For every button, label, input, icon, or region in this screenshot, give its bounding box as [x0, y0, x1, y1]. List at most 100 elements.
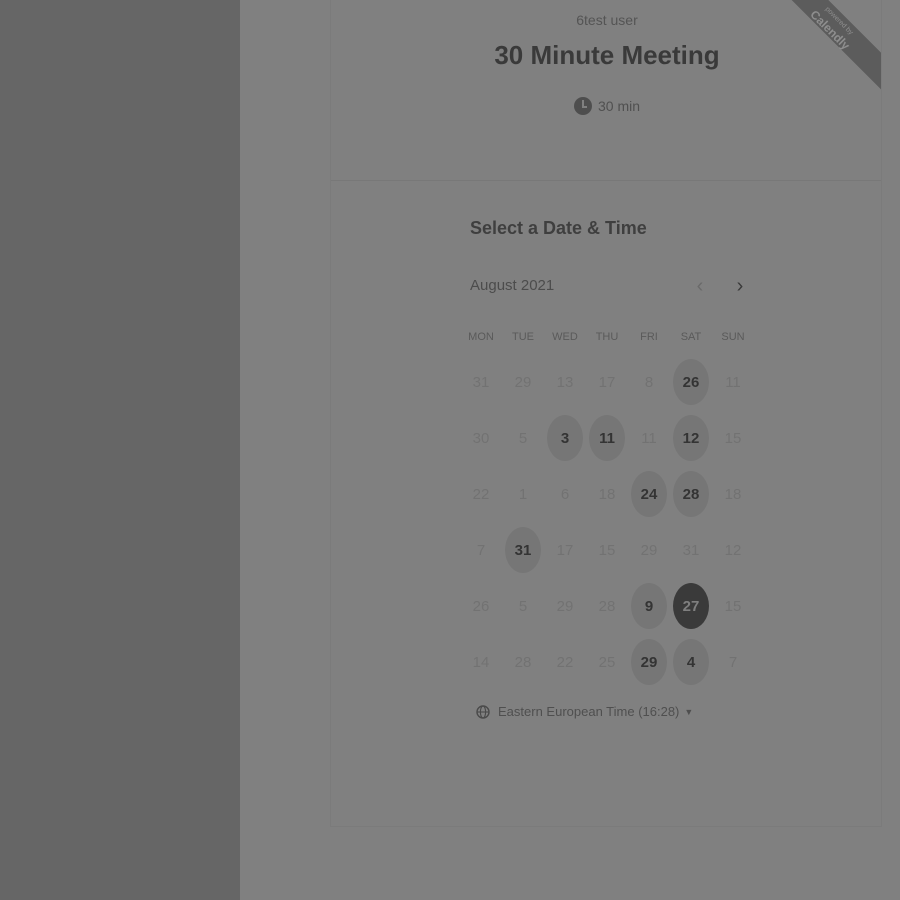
calendar-day: 7 [460, 522, 502, 578]
calendar-day: 5 [502, 578, 544, 634]
calendar-day: 11 [628, 410, 670, 466]
day-number: 31 [505, 527, 541, 573]
day-number: 7 [476, 541, 486, 559]
powered-by-ribbon[interactable]: powered by Calendly [771, 0, 881, 90]
day-number: 26 [673, 359, 709, 405]
calendar-grid: 31 29 13 17 8 26 11 30 5 3 11 11 12 15 22 1 6 18 24 28 18 7 31… [460, 354, 754, 690]
day-number: 5 [518, 597, 528, 615]
day-number: 26 [472, 597, 490, 615]
day-number: 1 [518, 485, 528, 503]
header-divider [331, 180, 881, 181]
calendar-day: 30 [460, 410, 502, 466]
calendar-day: 22 [460, 466, 502, 522]
left-panel [0, 0, 240, 900]
next-month-button[interactable]: › [726, 273, 754, 299]
day-number: 11 [641, 429, 657, 447]
calendar-day-available[interactable]: 11 [586, 410, 628, 466]
calendar-day: 18 [586, 466, 628, 522]
calendar-day: 17 [544, 522, 586, 578]
calendar-day: 15 [712, 410, 754, 466]
calendar-day-selected[interactable]: 27 [670, 578, 712, 634]
day-number: 11 [589, 415, 625, 461]
globe-icon [476, 704, 490, 719]
day-number: 29 [556, 597, 574, 615]
calendar-day-available[interactable]: 3 [544, 410, 586, 466]
chevron-left-icon: ‹ [696, 275, 704, 297]
calendar-day-available[interactable]: 28 [670, 466, 712, 522]
day-number: 11 [725, 373, 741, 391]
day-number: 17 [598, 373, 616, 391]
weekday-label: SUN [721, 331, 745, 343]
calendar-day: 29 [628, 522, 670, 578]
calendar-day: 18 [712, 466, 754, 522]
calendar-day-available[interactable]: 31 [502, 522, 544, 578]
picker-title: Select a Date & Time [470, 218, 647, 238]
calendar-day: 14 [460, 634, 502, 690]
calendar-day: 6 [544, 466, 586, 522]
day-number: 13 [556, 373, 574, 391]
calendar-day: 25 [586, 634, 628, 690]
day-number: 18 [598, 485, 616, 503]
duration-label: 30 min [597, 98, 641, 114]
calendar-day-available[interactable]: 9 [628, 578, 670, 634]
day-number: 24 [631, 471, 667, 517]
clock-icon [573, 97, 592, 115]
calendar-day: 26 [460, 578, 502, 634]
event-duration: 30 min [331, 97, 881, 115]
booking-card: 6test user 30 Minute Meeting 30 min powe… [330, 0, 882, 827]
calendar-day-available[interactable]: 12 [670, 410, 712, 466]
day-number: 14 [472, 653, 490, 671]
calendar-day: 15 [712, 578, 754, 634]
day-number: 31 [472, 373, 490, 391]
calendar-day-available[interactable]: 4 [670, 634, 712, 690]
calendar-day-available[interactable]: 29 [628, 634, 670, 690]
day-number: 22 [556, 653, 574, 671]
day-number: 31 [682, 541, 700, 559]
day-number: 15 [724, 429, 742, 447]
day-number: 29 [640, 541, 658, 559]
weekday-label: TUE [512, 331, 534, 343]
day-number: 29 [631, 639, 667, 685]
calendar-day: 8 [628, 354, 670, 410]
ribbon-banner[interactable]: powered by Calendly [771, 0, 881, 90]
calendar-day-available[interactable]: 26 [670, 354, 712, 410]
weekday-label: FRI [640, 331, 658, 343]
calendar-day: 22 [544, 634, 586, 690]
calendar-day-available[interactable]: 24 [628, 466, 670, 522]
day-number: 8 [644, 373, 654, 391]
calendar-day: 29 [544, 578, 586, 634]
day-number: 15 [598, 541, 616, 559]
calendar-day: 31 [460, 354, 502, 410]
calendar-day: 28 [502, 634, 544, 690]
prev-month-button[interactable]: ‹ [686, 273, 714, 299]
caret-down-icon: ▼ [684, 706, 694, 717]
weekday-header: MON TUE WED THU FRI SAT SUN [460, 331, 754, 343]
day-number: 17 [556, 541, 574, 559]
day-number: 27 [673, 583, 709, 629]
calendar-day: 13 [544, 354, 586, 410]
day-number: 9 [631, 583, 667, 629]
day-number: 29 [514, 373, 532, 391]
day-number: 5 [518, 429, 528, 447]
calendar-day: 28 [586, 578, 628, 634]
day-number: 22 [472, 485, 490, 503]
timezone-label: Eastern European Time (16:28) [498, 704, 680, 719]
weekday-label: WED [552, 331, 578, 343]
calendar-day: 7 [712, 634, 754, 690]
day-number: 25 [598, 653, 616, 671]
day-number: 28 [514, 653, 532, 671]
weekday-label: MON [468, 331, 494, 343]
calendar-day: 11 [712, 354, 754, 410]
day-number: 4 [673, 639, 709, 685]
day-number: 12 [673, 415, 709, 461]
chevron-right-icon: › [736, 275, 744, 297]
day-number: 28 [673, 471, 709, 517]
calendar-day: 31 [670, 522, 712, 578]
day-number: 28 [598, 597, 616, 615]
calendar-day: 17 [586, 354, 628, 410]
calendar-day: 12 [712, 522, 754, 578]
day-number: 6 [560, 485, 570, 503]
day-number: 15 [724, 597, 742, 615]
ribbon-small-text: powered by [823, 5, 855, 37]
timezone-selector[interactable]: Eastern European Time (16:28) ▼ [476, 704, 693, 719]
